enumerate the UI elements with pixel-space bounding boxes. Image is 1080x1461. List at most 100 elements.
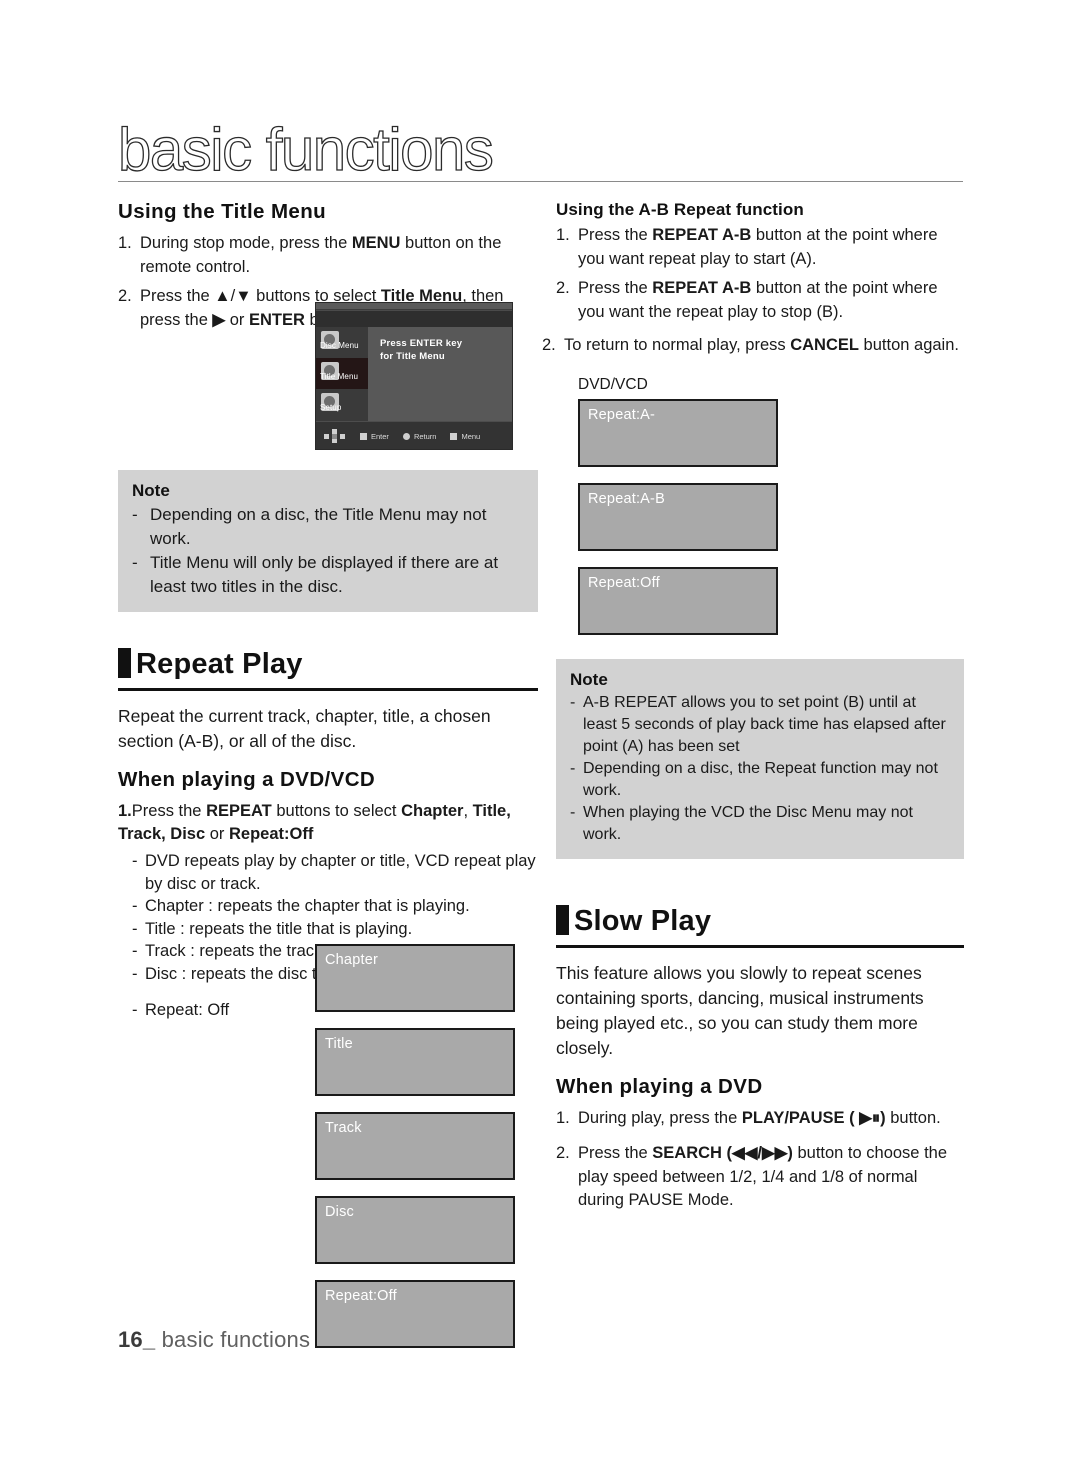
list-text: Press the REPEAT A-B button at the point…: [578, 226, 938, 268]
slow-play-steps: 1. During play, press the PLAY/PAUSE ( ▶…: [556, 1107, 964, 1213]
note-box-ab-repeat: Note - A-B REPEAT allows you to set poin…: [556, 658, 964, 859]
list-text: Repeat: Off: [145, 1001, 230, 1019]
tv-hint-label: Menu: [461, 431, 481, 441]
tv-screenshot-wrapper: Disc Menu Title Menu Setup Press ENTER k…: [118, 302, 538, 454]
note-list: - A-B REPEAT allows you to set point (B)…: [570, 692, 950, 846]
list-item: - Title : repeats the title that is playi…: [132, 918, 538, 941]
dash-bullet: -: [132, 964, 138, 983]
right-column: Using the A-B Repeat function 1. Press t…: [542, 200, 964, 1219]
dash-bullet: -: [132, 505, 138, 524]
osd-text: Repeat:Off: [588, 574, 660, 591]
tv-sidebar-menu: Disc Menu Title Menu Setup: [316, 327, 368, 421]
heading-when-playing-dvd: When playing a DVD: [556, 1074, 763, 1098]
repeat-play-intro: Repeat the current track, chapter, title…: [118, 706, 491, 751]
list-text: Press the SEARCH (◀◀/▶▶) button to choos…: [578, 1144, 948, 1209]
section-heading-repeat-play: Repeat Play: [118, 648, 538, 684]
header-divider: [118, 181, 963, 182]
tv-menu-item-disc-menu[interactable]: Disc Menu: [316, 327, 368, 358]
list-text: A-B REPEAT allows you to set point (B) u…: [583, 693, 946, 755]
osd-text: Repeat:A-: [588, 406, 656, 423]
dash-bullet: -: [132, 919, 138, 938]
list-item: 1. During play, press the PLAY/PAUSE ( ▶…: [556, 1107, 964, 1131]
osd-box-track: Track: [315, 1112, 515, 1180]
osd-text: Disc: [325, 1204, 354, 1220]
note-title: Note: [570, 669, 608, 689]
dash-bullet: -: [132, 942, 138, 960]
tv-top-bar: [316, 303, 512, 310]
list-text: When playing the VCD the Disc Menu may n…: [583, 803, 913, 843]
list-number: 2.: [556, 1144, 570, 1162]
list-text: DVD repeats play by chapter or title, VC…: [145, 852, 536, 893]
tv-menu-label: Title Menu: [320, 372, 359, 381]
dash-bullet: -: [570, 759, 576, 777]
list-number: 1.: [118, 234, 132, 252]
list-text: Depending on a disc, the Repeat function…: [583, 759, 938, 799]
list-number: 2.: [556, 279, 570, 297]
section-heading-text: Slow Play: [574, 904, 712, 937]
dash-bullet: -: [132, 553, 138, 572]
list-item: - DVD repeats play by chapter or title, V…: [132, 850, 538, 895]
osd-box-repeat-a: Repeat:A-: [578, 398, 778, 467]
list-text: Depending on a disc, the Title Menu may …: [150, 505, 487, 548]
osd-box-repeat-ab: Repeat:A-B: [578, 482, 778, 551]
footer-section-label: basic functions: [161, 1327, 311, 1352]
section-slow-play: Slow Play This feature allows you slowly…: [556, 904, 964, 1213]
osd-text: Title: [325, 1036, 353, 1052]
left-column: Using the Title Menu 1. During stop mode…: [118, 200, 538, 1348]
page-header: basic functions: [117, 117, 963, 190]
tv-bottom-bar: Enter Return Menu: [316, 421, 512, 449]
heading-using-title-menu: Using the Title Menu: [118, 200, 327, 223]
osd-box-disc: Disc: [315, 1196, 515, 1264]
repeat-play-step-1: 1.Press the REPEAT buttons to select Cha…: [118, 802, 511, 843]
tv-main-text-line1: Press ENTER key: [380, 338, 463, 349]
heading-ab-repeat: Using the A-B Repeat function: [556, 200, 804, 219]
section-repeat-play: Repeat Play Repeat the current track, ch…: [118, 648, 538, 1348]
list-text: During stop mode, press the MENU button …: [140, 234, 502, 276]
list-item: 2. Press the REPEAT A-B button at the po…: [556, 277, 964, 324]
dash-bullet: -: [132, 1001, 138, 1019]
list-text: During play, press the PLAY/PAUSE ( ▶⏸) …: [578, 1108, 941, 1127]
document-page: basic functions Using the Title Menu 1. …: [0, 0, 1080, 1461]
dash-bullet: -: [570, 803, 576, 821]
tv-menu-label: Disc Menu: [320, 341, 359, 350]
tv-hint-menu: Menu: [450, 432, 480, 441]
tv-hint-label: Enter: [371, 431, 389, 441]
slow-play-intro: This feature allows you slowly to repeat…: [556, 962, 924, 1058]
dash-bullet: -: [570, 693, 576, 711]
tv-menu-label: Setup: [320, 403, 342, 412]
tv-main-text-line2: for Title Menu: [380, 351, 445, 362]
tv-hint-label: Return: [413, 431, 437, 441]
list-item: - A-B REPEAT allows you to set point (B)…: [570, 692, 950, 758]
list-item: - Chapter : repeats the chapter that is p…: [132, 895, 538, 918]
list-item: - When playing the VCD the Disc Menu may…: [570, 802, 950, 846]
list-text: Title : repeats the title that is playin…: [145, 919, 413, 938]
dash-bullet: -: [132, 897, 138, 915]
note-list: - Depending on a disc, the Title Menu ma…: [132, 503, 524, 599]
dash-bullet: -: [132, 852, 138, 870]
list-text: Title Menu will only be displayed if the…: [150, 553, 499, 596]
list-text: To return to normal play, press CANCEL b…: [564, 336, 959, 354]
section-divider: [556, 944, 964, 948]
list-item: 2. To return to normal play, press CANCE…: [542, 334, 964, 358]
list-item: 1. Press the REPEAT A-B button at the po…: [556, 224, 964, 271]
tv-menu-item-setup[interactable]: Setup: [316, 389, 368, 420]
osd-group-ab-repeat: DVD/VCD Repeat:A- Repeat:A-B Repeat:Off: [556, 376, 964, 635]
tv-screenshot-title-menu: Disc Menu Title Menu Setup Press ENTER k…: [315, 302, 513, 450]
section-divider: [118, 688, 538, 691]
list-number: 1.: [556, 1108, 570, 1127]
note-box-title-menu: Note - Depending on a disc, the Title Me…: [118, 470, 538, 612]
tv-main-panel: Press ENTER key for Title Menu: [368, 327, 512, 421]
square-bullet-icon: [450, 432, 458, 440]
osd-box-title: Title: [315, 1028, 515, 1096]
list-item: - Title Menu will only be displayed if t…: [132, 551, 524, 599]
section-marker-icon: [556, 904, 569, 935]
tv-hint-return: Return: [402, 431, 437, 441]
dpad-icon: [324, 429, 346, 443]
list-number: 1.: [556, 226, 570, 244]
tv-hint-enter: Enter: [360, 432, 389, 441]
tv-menu-item-title-menu[interactable]: Title Menu: [316, 358, 368, 389]
page-footer: 16_ basic functions: [118, 1327, 310, 1353]
list-text: Chapter : repeats the chapter that is pl…: [145, 897, 470, 915]
osd-box-chapter: Chapter: [315, 944, 515, 1012]
osd-text: Repeat:A-B: [588, 490, 665, 507]
